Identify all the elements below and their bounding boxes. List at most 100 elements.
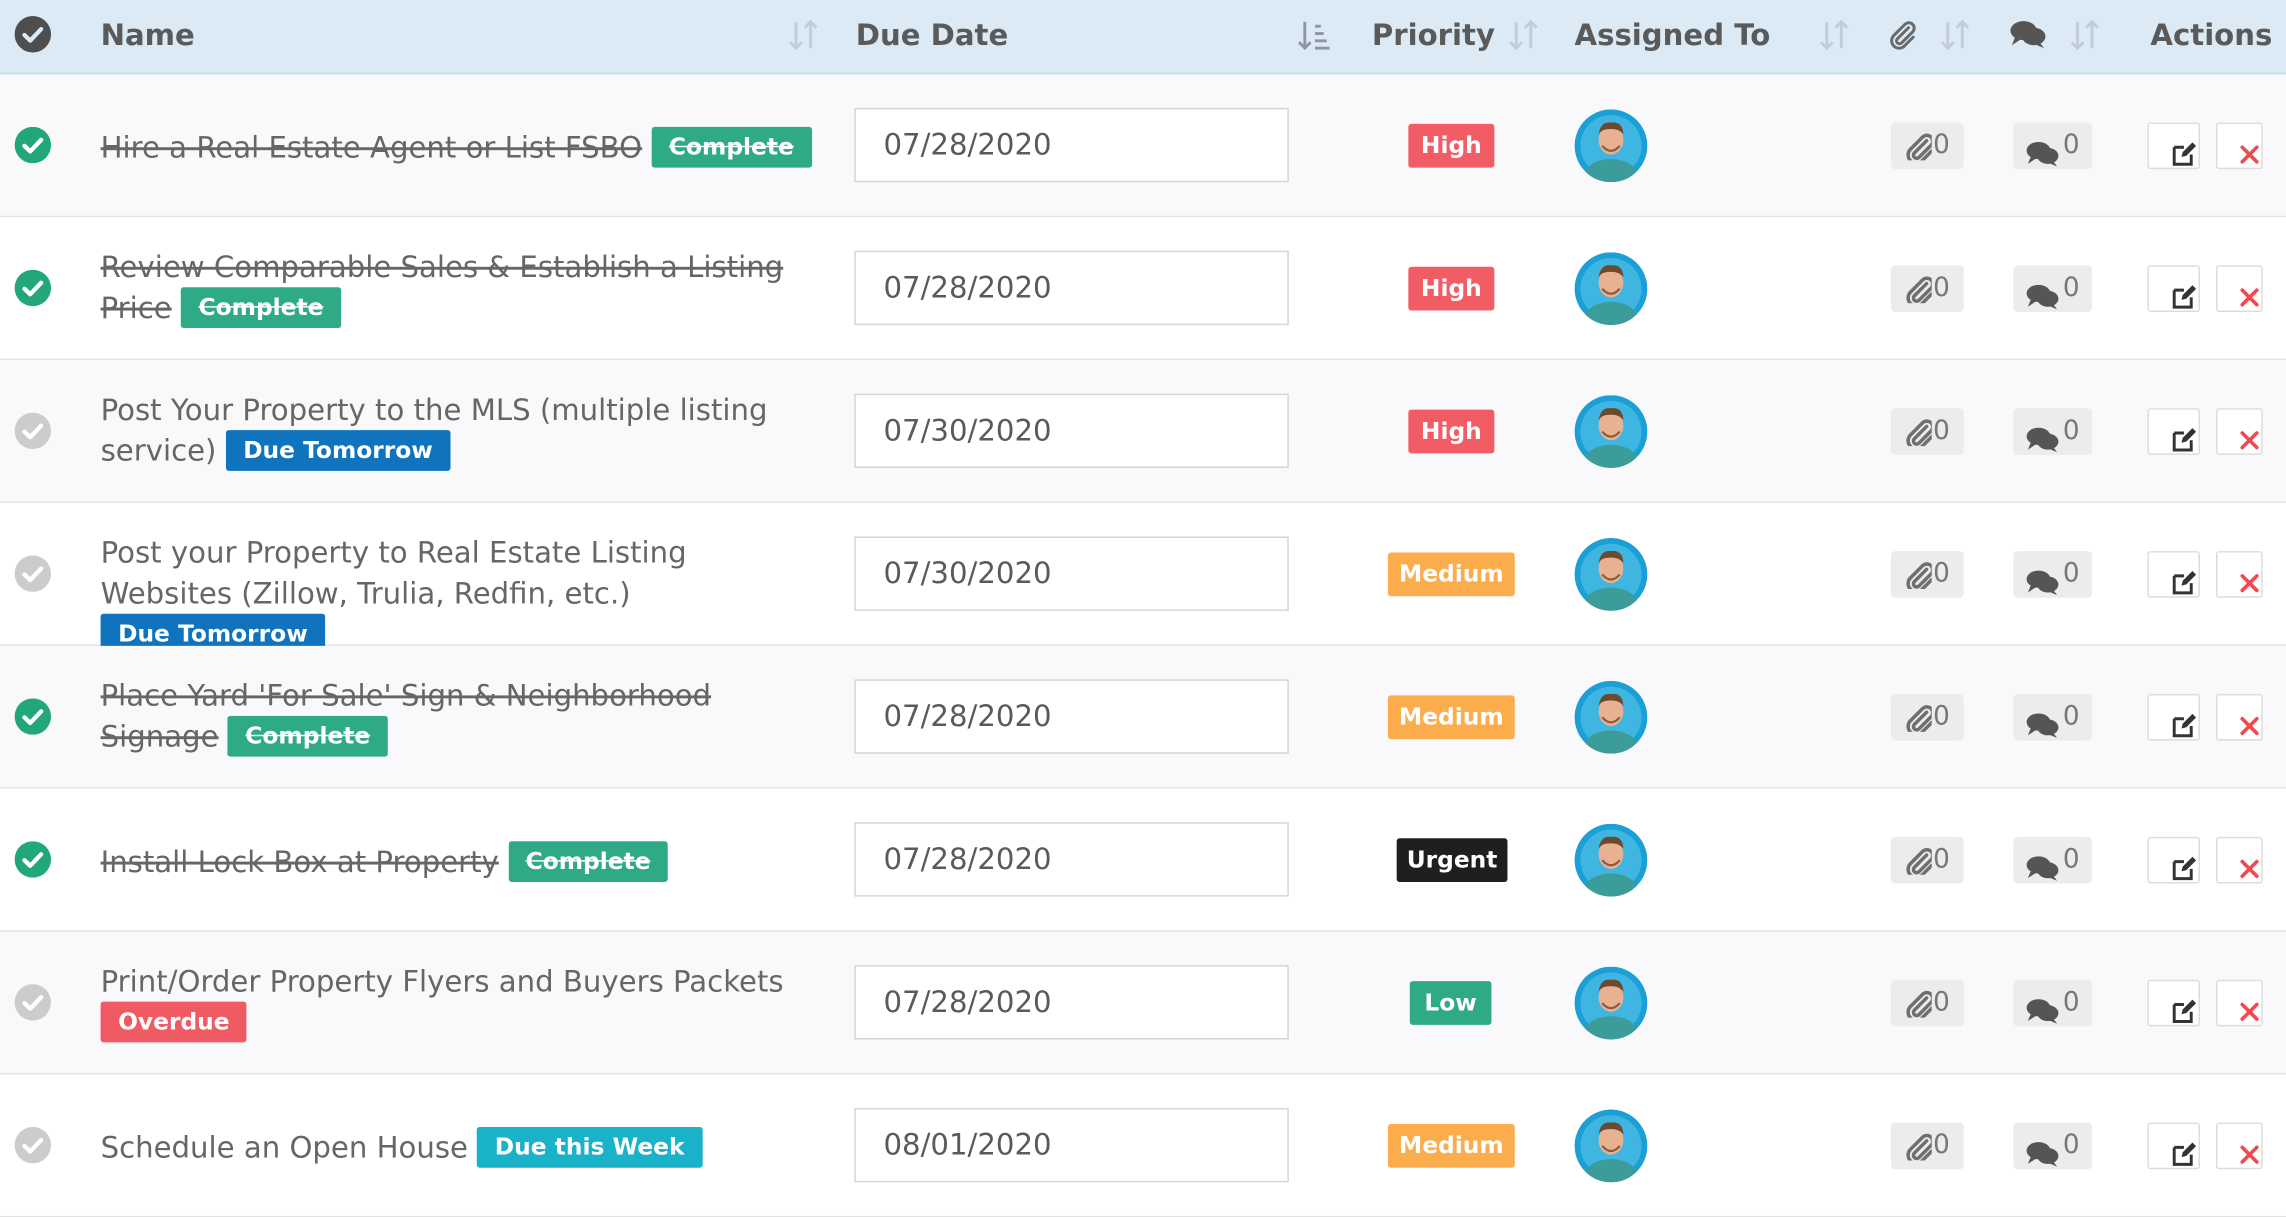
column-header-priority[interactable]: Priority (1372, 0, 1495, 73)
priority-badge[interactable]: High (1408, 266, 1495, 311)
task-name-cell: Install Lock Box at Property Complete (101, 840, 815, 884)
avatar[interactable] (1574, 966, 1648, 1040)
task-name-cell: Review Comparable Sales & Establish a Li… (101, 246, 815, 330)
table-row: Post Your Property to the MLS (multiple … (0, 360, 2286, 503)
task-complete-checkbox[interactable] (14, 1126, 52, 1164)
priority-badge[interactable]: Medium (1387, 1124, 1515, 1168)
table-row: Schedule an Open House Due this Week 08/0… (0, 1074, 2286, 1217)
attachments-button[interactable]: 0 (1890, 408, 1964, 455)
due-date-input[interactable]: 07/28/2020 (854, 250, 1289, 326)
attachments-button[interactable]: 0 (1890, 265, 1964, 312)
status-badge: Complete (508, 840, 669, 882)
comments-button[interactable]: 0 (2013, 122, 2093, 170)
delete-button[interactable] (2216, 1122, 2263, 1170)
edit-button[interactable] (2147, 551, 2200, 598)
due-date-input[interactable]: 07/28/2020 (854, 107, 1289, 183)
due-date-input[interactable]: 07/28/2020 (854, 679, 1289, 754)
avatar[interactable] (1574, 537, 1648, 611)
task-name[interactable]: Schedule an Open House (101, 1130, 468, 1165)
priority-badge[interactable]: Medium (1387, 695, 1515, 740)
task-name-cell: Place Yard 'For Sale' Sign & Neighborhoo… (101, 675, 815, 759)
table-row: Review Comparable Sales & Establish a Li… (0, 217, 2286, 361)
table-row: Place Yard 'For Sale' Sign & Neighborhoo… (0, 645, 2286, 789)
task-name[interactable]: Print/Order Property Flyers and Buyers P… (101, 964, 784, 999)
attachment-count: 0 (1933, 701, 1950, 732)
status-badge: Overdue (100, 1000, 248, 1042)
delete-button[interactable] (2216, 551, 2263, 598)
avatar[interactable] (1574, 680, 1648, 754)
task-complete-checkbox[interactable] (14, 841, 52, 878)
priority-badge[interactable]: Medium (1387, 552, 1515, 597)
attachments-button[interactable]: 0 (1890, 122, 1964, 170)
sort-name-icon[interactable] (787, 17, 819, 52)
comments-button[interactable]: 0 (2013, 408, 2093, 455)
task-name-cell: Schedule an Open House Due this Week (101, 1126, 815, 1170)
attachments-button[interactable]: 0 (1890, 693, 1964, 741)
priority-badge[interactable]: Urgent (1396, 838, 1508, 883)
edit-button[interactable] (2147, 408, 2200, 455)
delete-button[interactable] (2216, 408, 2263, 455)
attachment-count: 0 (1933, 558, 1950, 589)
task-name-cell: Print/Order Property Flyers and Buyers P… (100, 961, 815, 1045)
edit-button[interactable] (2147, 836, 2200, 884)
sort-attachments-icon[interactable] (1939, 17, 1971, 52)
edit-button[interactable] (2147, 693, 2200, 741)
attachments-button[interactable]: 0 (1890, 979, 1964, 1027)
column-header-assigned-to[interactable]: Assigned To (1575, 0, 1771, 73)
priority-badge[interactable]: Low (1409, 981, 1492, 1025)
task-name[interactable]: Hire a Real Estate Agent or List FSBO (101, 130, 643, 165)
sort-comments-icon[interactable] (2069, 17, 2101, 52)
delete-button[interactable] (2216, 979, 2263, 1027)
avatar[interactable] (1574, 252, 1648, 326)
task-complete-checkbox[interactable] (14, 269, 52, 307)
delete-button[interactable] (2216, 836, 2263, 884)
attachments-button[interactable]: 0 (1890, 1122, 1964, 1170)
task-complete-checkbox[interactable] (14, 126, 52, 164)
sort-assigned-icon[interactable] (1818, 17, 1850, 52)
task-complete-checkbox[interactable] (14, 984, 52, 1021)
due-date-input[interactable]: 07/30/2020 (854, 393, 1289, 468)
task-name[interactable]: Place Yard 'For Sale' Sign & Neighborhoo… (101, 678, 711, 754)
attachments-button[interactable]: 0 (1890, 836, 1964, 884)
priority-badge[interactable]: High (1408, 123, 1495, 168)
task-complete-checkbox[interactable] (14, 555, 52, 592)
task-complete-checkbox[interactable] (14, 412, 52, 450)
delete-button[interactable] (2216, 265, 2263, 312)
comment-count: 0 (2062, 558, 2080, 589)
comments-button[interactable]: 0 (2013, 693, 2093, 741)
comments-button[interactable]: 0 (2013, 1122, 2093, 1170)
comments-button[interactable]: 0 (2013, 979, 2093, 1027)
edit-button[interactable] (2147, 1122, 2200, 1170)
delete-button[interactable] (2216, 693, 2263, 741)
sort-due-date-active-icon[interactable] (1297, 17, 1330, 52)
attachment-count: 0 (1933, 986, 1950, 1018)
comments-button[interactable]: 0 (2013, 836, 2093, 884)
comments-button[interactable]: 0 (2013, 265, 2093, 312)
avatar[interactable] (1574, 1109, 1648, 1183)
avatar[interactable] (1574, 823, 1648, 897)
avatar[interactable] (1574, 109, 1648, 183)
task-complete-checkbox[interactable] (14, 698, 52, 735)
delete-button[interactable] (2216, 122, 2263, 170)
due-date-input[interactable]: 08/01/2020 (854, 1108, 1289, 1183)
task-name[interactable]: Post your Property to Real Estate Listin… (101, 535, 687, 611)
attachment-count: 0 (1933, 844, 1950, 875)
task-name[interactable]: Install Lock Box at Property (101, 844, 499, 879)
table-row: Install Lock Box at Property Complete 07/… (0, 788, 2286, 932)
avatar[interactable] (1574, 395, 1648, 468)
attachments-button[interactable]: 0 (1890, 551, 1964, 598)
due-date-input[interactable]: 07/30/2020 (854, 536, 1289, 611)
due-date-input[interactable]: 07/28/2020 (854, 822, 1289, 897)
sort-priority-icon[interactable] (1507, 17, 1539, 52)
column-header-due-date[interactable]: Due Date (856, 0, 1008, 73)
comments-header-icon (2010, 21, 2046, 49)
edit-button[interactable] (2147, 265, 2200, 312)
paperclip-icon (1906, 1133, 1932, 1161)
edit-button[interactable] (2147, 979, 2200, 1027)
column-header-name[interactable]: Name (101, 0, 195, 73)
edit-button[interactable] (2147, 122, 2200, 170)
due-date-input[interactable]: 07/28/2020 (854, 965, 1289, 1040)
select-all-check-icon[interactable] (14, 16, 52, 53)
priority-badge[interactable]: High (1408, 409, 1495, 454)
comments-button[interactable]: 0 (2013, 551, 2093, 598)
